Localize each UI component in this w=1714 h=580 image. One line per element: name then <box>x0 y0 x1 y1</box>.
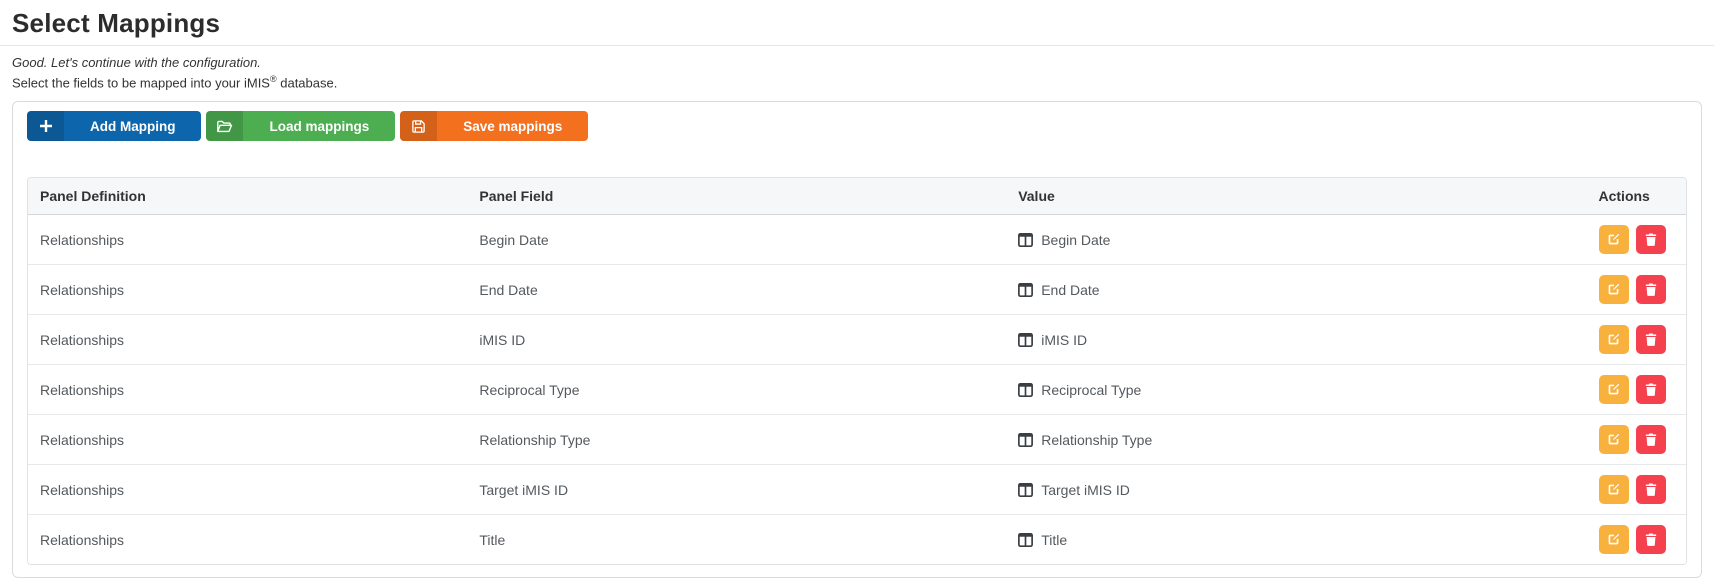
cell-value: Reciprocal Type <box>1006 364 1586 414</box>
edit-icon <box>1607 383 1620 396</box>
columns-icon <box>1018 383 1033 397</box>
mappings-table: Panel Definition Panel Field Value Actio… <box>28 178 1686 564</box>
trash-icon <box>1645 283 1657 296</box>
registered-mark: ® <box>270 74 277 84</box>
intro-line-2-text: Select the fields to be mapped into your… <box>12 75 270 90</box>
edit-mapping-button[interactable] <box>1599 425 1629 454</box>
cell-value: iMIS ID <box>1006 314 1586 364</box>
add-mapping-label: Add Mapping <box>64 111 201 141</box>
table-row: Relationships iMIS ID iMIS ID <box>28 314 1686 364</box>
edit-icon <box>1607 483 1620 496</box>
save-mappings-label: Save mappings <box>437 111 588 141</box>
delete-mapping-button[interactable] <box>1636 225 1666 254</box>
header-value: Value <box>1006 178 1586 215</box>
cell-panel-field: Reciprocal Type <box>467 364 1006 414</box>
delete-mapping-button[interactable] <box>1636 425 1666 454</box>
table-row: Relationships Title Title <box>28 514 1686 564</box>
cell-panel-definition: Relationships <box>28 514 467 564</box>
delete-mapping-button[interactable] <box>1636 375 1666 404</box>
intro-line-italic: Good. Let's continue with the configurat… <box>12 55 1702 71</box>
edit-icon <box>1607 283 1620 296</box>
cell-panel-field: Relationship Type <box>467 414 1006 464</box>
cell-panel-definition: Relationships <box>28 464 467 514</box>
delete-mapping-button[interactable] <box>1636 325 1666 354</box>
columns-icon <box>1018 333 1033 347</box>
mappings-card: Add Mapping Load mappings <box>12 101 1702 578</box>
cell-panel-field: iMIS ID <box>467 314 1006 364</box>
table-header-row: Panel Definition Panel Field Value Actio… <box>28 178 1686 215</box>
cell-panel-definition: Relationships <box>28 364 467 414</box>
header-panel-field: Panel Field <box>467 178 1006 215</box>
cell-value: End Date <box>1006 264 1586 314</box>
save-mappings-button[interactable]: Save mappings <box>400 111 588 141</box>
load-mappings-label: Load mappings <box>243 111 395 141</box>
cell-panel-field: End Date <box>467 264 1006 314</box>
trash-icon <box>1645 433 1657 446</box>
columns-icon <box>1018 483 1033 497</box>
cell-actions <box>1587 264 1687 314</box>
edit-icon <box>1607 433 1620 446</box>
cell-panel-definition: Relationships <box>28 314 467 364</box>
add-mapping-button[interactable]: Add Mapping <box>27 111 201 141</box>
edit-icon <box>1607 233 1620 246</box>
intro-text: Good. Let's continue with the configurat… <box>0 55 1714 91</box>
cell-actions <box>1587 414 1687 464</box>
cell-panel-definition: Relationships <box>28 414 467 464</box>
cell-panel-field: Title <box>467 514 1006 564</box>
page: Select Mappings Good. Let's continue wit… <box>0 0 1714 580</box>
table-row: Relationships Target iMIS ID Target iMIS… <box>28 464 1686 514</box>
trash-icon <box>1645 383 1657 396</box>
cell-panel-definition: Relationships <box>28 264 467 314</box>
cell-actions <box>1587 464 1687 514</box>
mappings-table-frame: Panel Definition Panel Field Value Actio… <box>27 177 1687 565</box>
columns-icon <box>1018 533 1033 547</box>
title-divider <box>0 45 1714 46</box>
cell-value: Target iMIS ID <box>1006 464 1586 514</box>
intro-line-2: Select the fields to be mapped into your… <box>12 71 1702 91</box>
cell-value: Title <box>1006 514 1586 564</box>
cell-value: Relationship Type <box>1006 414 1586 464</box>
trash-icon <box>1645 483 1657 496</box>
edit-mapping-button[interactable] <box>1599 225 1629 254</box>
plus-icon <box>27 111 64 141</box>
header-actions: Actions <box>1587 178 1687 215</box>
cell-panel-definition: Relationships <box>28 215 467 264</box>
cell-actions <box>1587 514 1687 564</box>
header-panel-definition: Panel Definition <box>28 178 467 215</box>
save-icon <box>400 111 437 141</box>
trash-icon <box>1645 333 1657 346</box>
edit-mapping-button[interactable] <box>1599 275 1629 304</box>
page-title: Select Mappings <box>0 0 1714 45</box>
columns-icon <box>1018 433 1033 447</box>
cell-actions <box>1587 364 1687 414</box>
delete-mapping-button[interactable] <box>1636 525 1666 554</box>
folder-open-icon <box>206 111 243 141</box>
table-row: Relationships End Date End Date <box>28 264 1686 314</box>
load-mappings-button[interactable]: Load mappings <box>206 111 395 141</box>
edit-icon <box>1607 333 1620 346</box>
delete-mapping-button[interactable] <box>1636 275 1666 304</box>
trash-icon <box>1645 233 1657 246</box>
edit-mapping-button[interactable] <box>1599 375 1629 404</box>
edit-mapping-button[interactable] <box>1599 325 1629 354</box>
cell-panel-field: Begin Date <box>467 215 1006 264</box>
table-row: Relationships Reciprocal Type Reciprocal… <box>28 364 1686 414</box>
edit-icon <box>1607 533 1620 546</box>
columns-icon <box>1018 233 1033 247</box>
cell-panel-field: Target iMIS ID <box>467 464 1006 514</box>
intro-line-2-tail: database. <box>277 75 338 90</box>
toolbar: Add Mapping Load mappings <box>27 111 1687 141</box>
table-row: Relationships Begin Date Begin Date <box>28 215 1686 264</box>
columns-icon <box>1018 283 1033 297</box>
cell-value: Begin Date <box>1006 215 1586 264</box>
trash-icon <box>1645 533 1657 546</box>
edit-mapping-button[interactable] <box>1599 475 1629 504</box>
edit-mapping-button[interactable] <box>1599 525 1629 554</box>
delete-mapping-button[interactable] <box>1636 475 1666 504</box>
cell-actions <box>1587 215 1687 264</box>
table-row: Relationships Relationship Type Relation… <box>28 414 1686 464</box>
cell-actions <box>1587 314 1687 364</box>
